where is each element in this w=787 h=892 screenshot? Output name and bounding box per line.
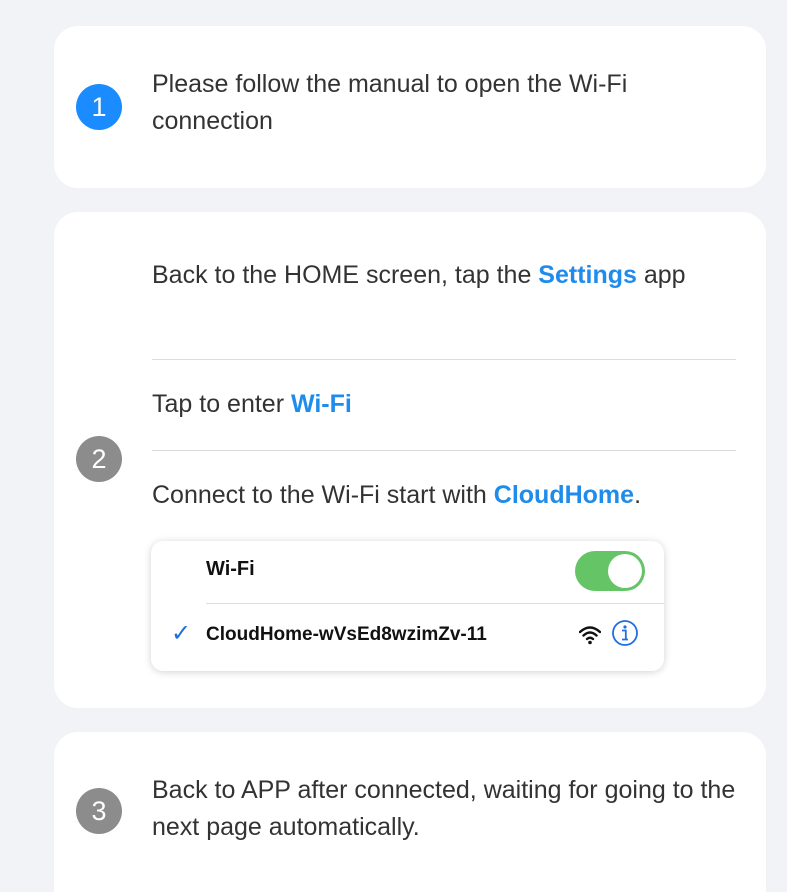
step-1-badge: 1 (76, 84, 122, 130)
toggle-knob (608, 554, 642, 588)
divider (152, 450, 736, 451)
sub-step-connect-after: . (634, 481, 642, 509)
wifi-separator (206, 603, 664, 604)
wifi-toggle (575, 551, 645, 591)
wifi-signal-icon (579, 626, 601, 645)
check-icon: ✓ (171, 620, 192, 647)
divider (152, 359, 736, 360)
step-3-card: 3 Back to APP after connected, waiting f… (54, 732, 766, 892)
sub-step-settings: Back to the HOME screen, tap the Setting… (152, 257, 736, 294)
sub-step-wifi-before: Tap to enter (152, 390, 291, 418)
step-1-card: 1 Please follow the manual to open the W… (54, 26, 766, 188)
info-icon (612, 620, 638, 646)
settings-highlight: Settings (538, 261, 637, 289)
step-2-card: 2 Back to the HOME screen, tap the Setti… (54, 212, 766, 708)
sub-step-wifi: Tap to enter Wi-Fi (152, 386, 736, 423)
sub-step-connect-before: Connect to the Wi-Fi start with (152, 481, 494, 509)
wifi-label: Wi-Fi (206, 558, 255, 580)
cloudhome-highlight: CloudHome (493, 481, 635, 509)
network-name: CloudHome-wVsEd8wzimZv-11 (206, 624, 487, 645)
wifi-settings-illustration: Wi-Fi ✓ CloudHome-wVsEd8wzimZv-11 (151, 541, 664, 671)
step-3-badge: 3 (76, 788, 122, 834)
step-2-badge: 2 (76, 436, 122, 482)
step-1-text: Please follow the manual to open the Wi-… (152, 70, 628, 135)
wifi-highlight: Wi-Fi (290, 390, 352, 418)
sub-step-settings-after: app (636, 261, 686, 289)
sub-step-connect: Connect to the Wi-Fi start with CloudHom… (152, 477, 736, 514)
sub-step-settings-before: Back to the HOME screen, tap the (152, 261, 539, 289)
step-3-text: Back to APP after connected, waiting for… (152, 776, 736, 841)
